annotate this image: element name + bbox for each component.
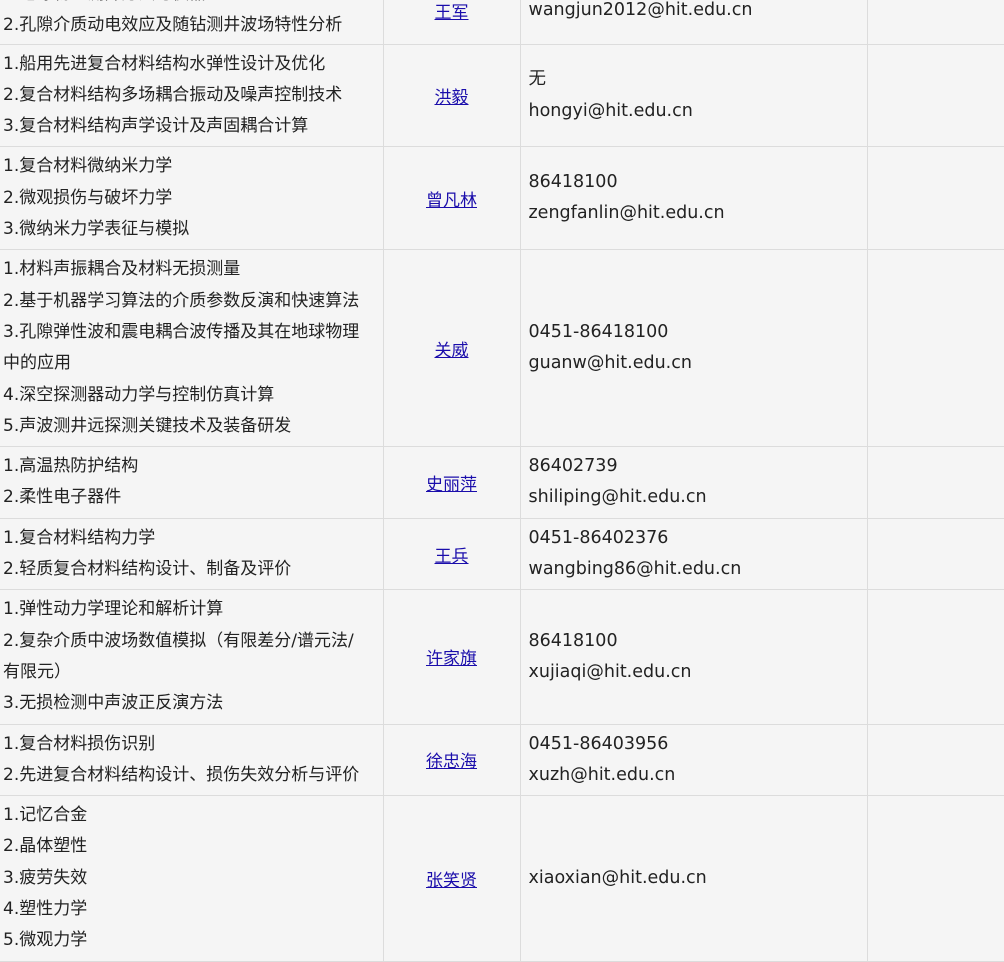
table-row: 1.船用先进复合材料结构水弹性设计及优化 2.复合材料结构多场耦合振动及噪声控制技… <box>0 43 1004 148</box>
research-item: 2.孔隙介质动电效应及随钻测井波场特性分析 <box>3 15 343 36</box>
contact-item: 无 <box>528 69 547 90</box>
name-cell: 徐忠海 <box>382 723 521 797</box>
contact-item: zengfanlin@hit.edu.cn <box>528 203 725 224</box>
empty-cell <box>866 589 1004 725</box>
contact-cell: 0451-86402376 wangbing86@hit.edu.cn <box>519 517 868 591</box>
table-row: 1.材料声振耦合及材料无损测量 2.基于机器学习算法的介质参数反演和快速算法 3.孔… <box>0 249 1004 448</box>
research-item: 3.无损检测中声波正反演方法 <box>3 693 224 714</box>
research-item: 1.复合材料损伤识别 <box>3 733 156 754</box>
contact-item: 86418100 <box>528 630 618 651</box>
research-item: 3.疲劳失效 <box>3 867 88 888</box>
contact-item: wangjun2012@hit.edu.cn <box>528 0 753 20</box>
table-row: 1.复合材料微纳米力学 2.微观损伤与破坏力学 3.微纳米力学表征与模拟 曾凡林 8… <box>0 146 1004 251</box>
contact-item: 0451-86402376 <box>528 527 669 548</box>
contact-cell: 86418100 xujiaqi@hit.edu.cn <box>519 589 868 725</box>
research-cell: 1.地球物理测井方法与仪器 2.孔隙介质动电效应及随钻测井波场特性分析 <box>0 0 384 45</box>
faculty-name-link[interactable]: 曾凡林 <box>426 191 477 211</box>
research-cell: 1.复合材料微纳米力学 2.微观损伤与破坏力学 3.微纳米力学表征与模拟 <box>0 146 384 251</box>
research-item: 2.微观损伤与破坏力学 <box>3 187 173 208</box>
research-cell: 1.复合材料损伤识别 2.先进复合材料结构设计、损伤失效分析与评价 <box>0 723 384 797</box>
empty-cell <box>866 146 1004 251</box>
research-item: 2.基于机器学习算法的介质参数反演和快速算法 <box>3 290 360 311</box>
contact-cell: 86402739 shiliping@hit.edu.cn <box>519 446 868 519</box>
research-item: 2.轻质复合材料结构设计、制备及评价 <box>3 559 292 580</box>
faculty-name-link[interactable]: 史丽萍 <box>426 475 477 495</box>
empty-cell <box>866 0 1004 45</box>
contact-cell: wangjun2012@hit.edu.cn <box>519 0 868 45</box>
contact-item: 0451-86403956 <box>528 733 669 754</box>
contact-item: 0451-86418100 <box>528 321 669 342</box>
name-cell: 曾凡林 <box>382 146 521 251</box>
name-cell: 洪毅 <box>382 43 521 148</box>
name-cell: 王军 <box>382 0 521 45</box>
research-item: 5.微观力学 <box>3 930 88 951</box>
contact-cell: 无 hongyi@hit.edu.cn <box>519 43 868 148</box>
research-item: 3.孔隙弹性波和震电耦合波传播及其在地球物理中的应用 <box>3 321 360 374</box>
research-item: 5.声波测井远探测关键技术及装备研发 <box>3 415 292 436</box>
name-cell: 史丽萍 <box>382 446 521 519</box>
faculty-table: 1.地球物理测井方法与仪器 2.孔隙介质动电效应及随钻测井波场特性分析 王军 wa… <box>0 0 1004 962</box>
contact-item: shiliping@hit.edu.cn <box>528 487 707 508</box>
empty-cell <box>866 446 1004 519</box>
name-cell: 王兵 <box>382 517 521 591</box>
research-item: 1.记忆合金 <box>3 805 88 826</box>
research-item: 4.深空探测器动力学与控制仿真计算 <box>3 384 275 405</box>
contact-item: 86402739 <box>528 456 618 477</box>
faculty-name-link[interactable]: 王兵 <box>435 547 469 567</box>
research-item: 1.复合材料微纳米力学 <box>3 156 173 177</box>
research-item: 2.晶体塑性 <box>3 836 88 857</box>
table-row: 1.高温热防护结构 2.柔性电子器件 史丽萍 86402739 shiliping@… <box>0 446 1004 519</box>
table-row: 1.记忆合金 2.晶体塑性 3.疲劳失效 4.塑性力学 5.微观力学 张笑贤 xiaox… <box>0 795 1004 962</box>
research-cell: 1.复合材料结构力学 2.轻质复合材料结构设计、制备及评价 <box>0 517 384 591</box>
name-cell: 关威 <box>382 249 521 448</box>
research-item: 3.微纳米力学表征与模拟 <box>3 219 190 240</box>
contact-item: xiaoxian@hit.edu.cn <box>528 867 707 888</box>
contact-item: hongyi@hit.edu.cn <box>528 100 693 121</box>
research-item: 4.塑性力学 <box>3 899 88 920</box>
research-cell: 1.船用先进复合材料结构水弹性设计及优化 2.复合材料结构多场耦合振动及噪声控制技… <box>0 43 384 148</box>
empty-cell <box>866 795 1004 962</box>
research-item: 2.复杂介质中波场数值模拟（有限差分/谱元法/有限元） <box>3 630 354 682</box>
contact-item: xujiaqi@hit.edu.cn <box>528 661 692 682</box>
faculty-name-link[interactable]: 许家旗 <box>426 649 477 669</box>
research-item: 1.船用先进复合材料结构水弹性设计及优化 <box>3 53 326 74</box>
empty-cell <box>866 723 1004 797</box>
table-row: 1.弹性动力学理论和解析计算 2.复杂介质中波场数值模拟（有限差分/谱元法/有限元… <box>0 589 1004 725</box>
name-cell: 许家旗 <box>382 589 521 725</box>
contact-item: guanw@hit.edu.cn <box>528 353 692 374</box>
contact-cell: xiaoxian@hit.edu.cn <box>519 795 868 962</box>
research-item: 1.弹性动力学理论和解析计算 <box>3 599 224 620</box>
research-item: 1.地球物理测井方法与仪器 <box>3 0 371 10</box>
contact-item: wangbing86@hit.edu.cn <box>528 559 742 580</box>
table-row: 1.复合材料结构力学 2.轻质复合材料结构设计、制备及评价 王兵 0451-864… <box>0 517 1004 591</box>
faculty-name-link[interactable]: 张笑贤 <box>426 871 477 891</box>
research-cell: 1.高温热防护结构 2.柔性电子器件 <box>0 446 384 519</box>
name-cell: 张笑贤 <box>382 795 521 962</box>
faculty-name-link[interactable]: 徐忠海 <box>426 752 477 772</box>
research-item: 2.柔性电子器件 <box>3 487 122 508</box>
faculty-name-link[interactable]: 洪毅 <box>435 88 469 108</box>
research-cell: 1.材料声振耦合及材料无损测量 2.基于机器学习算法的介质参数反演和快速算法 3.孔… <box>0 249 384 448</box>
table-row: 1.复合材料损伤识别 2.先进复合材料结构设计、损伤失效分析与评价 徐忠海 045… <box>0 723 1004 797</box>
contact-cell: 0451-86403956 xuzh@hit.edu.cn <box>519 723 868 797</box>
research-item: 2.复合材料结构多场耦合振动及噪声控制技术 <box>3 84 343 105</box>
contact-item: xuzh@hit.edu.cn <box>528 764 676 785</box>
empty-cell <box>866 249 1004 448</box>
empty-cell <box>866 43 1004 148</box>
contact-cell: 86418100 zengfanlin@hit.edu.cn <box>519 146 868 251</box>
research-item: 1.高温热防护结构 <box>3 456 139 477</box>
faculty-table-body: 1.地球物理测井方法与仪器 2.孔隙介质动电效应及随钻测井波场特性分析 王军 wa… <box>0 0 1004 962</box>
research-item: 1.材料声振耦合及材料无损测量 <box>3 259 241 280</box>
empty-cell <box>866 517 1004 591</box>
contact-item: 86418100 <box>528 172 618 193</box>
contact-cell: 0451-86418100 guanw@hit.edu.cn <box>519 249 868 448</box>
research-item: 2.先进复合材料结构设计、损伤失效分析与评价 <box>3 764 360 785</box>
faculty-name-link[interactable]: 关威 <box>435 341 469 361</box>
table-row: 1.地球物理测井方法与仪器 2.孔隙介质动电效应及随钻测井波场特性分析 王军 wa… <box>0 0 1004 45</box>
research-cell: 1.弹性动力学理论和解析计算 2.复杂介质中波场数值模拟（有限差分/谱元法/有限元… <box>0 589 384 725</box>
research-item: 3.复合材料结构声学设计及声固耦合计算 <box>3 116 309 137</box>
research-item: 1.复合材料结构力学 <box>3 527 156 548</box>
faculty-name-link[interactable]: 王军 <box>435 3 469 23</box>
research-cell: 1.记忆合金 2.晶体塑性 3.疲劳失效 4.塑性力学 5.微观力学 <box>0 795 384 962</box>
